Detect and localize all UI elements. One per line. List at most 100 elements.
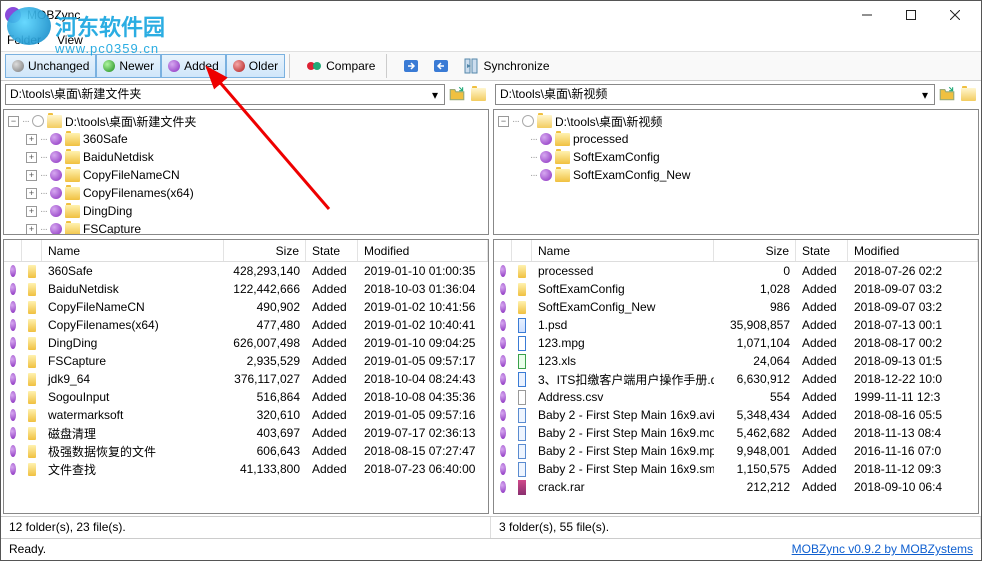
list-row[interactable]: Baby 2 - First Step Main 16x9.mov 5,462,… [494,424,978,442]
tree-node[interactable]: + ··· 360Safe [6,130,486,148]
list-row[interactable]: 磁盘清理 403,697 Added 2019-07-17 02:36:13 [4,424,488,442]
folder-icon [537,115,552,128]
maximize-button[interactable] [889,2,933,28]
list-row[interactable]: 360Safe 428,293,140 Added 2019-01-10 01:… [4,262,488,280]
col-modified[interactable]: Modified [848,240,978,261]
left-open-button[interactable] [469,85,487,103]
tree-connector-icon: ··· [40,224,47,235]
file-modified: 2018-08-15 07:27:47 [358,444,488,458]
file-name: processed [532,264,714,278]
newer-toggle[interactable]: Newer [96,54,161,78]
list-row[interactable]: DingDing 626,007,498 Added 2019-01-10 09… [4,334,488,352]
list-row[interactable]: 123.mpg 1,071,104 Added 2018-08-17 00:2 [494,334,978,352]
copy-left-button[interactable] [426,54,456,78]
list-row[interactable]: crack.rar 212,212 Added 2018-09-10 06:4 [494,478,978,496]
left-path-input[interactable]: D:\tools\桌面\新建文件夹 ▾ [5,84,445,105]
col-state[interactable]: State [306,240,358,261]
list-row[interactable]: CopyFileNameCN 490,902 Added 2019-01-02 … [4,298,488,316]
list-row[interactable]: 123.xls 24,064 Added 2018-09-13 01:5 [494,352,978,370]
file-size: 0 [714,264,796,278]
tree-node[interactable]: + ··· CopyFilenames(x64) [6,184,486,202]
menu-view[interactable]: View [57,33,83,47]
folder-icon [518,283,526,296]
status-ball-icon [500,373,506,385]
folder-open-icon [471,88,486,101]
list-row[interactable]: SoftExamConfig 1,028 Added 2018-09-07 03… [494,280,978,298]
close-button[interactable] [933,2,977,28]
status-ball-icon [10,265,16,277]
list-row[interactable]: BaiduNetdisk 122,442,666 Added 2018-10-0… [4,280,488,298]
unchanged-toggle[interactable]: Unchanged [5,54,96,78]
circle-purple-icon [168,60,180,72]
list-row[interactable]: 极强数据恢复的文件 606,643 Added 2018-08-15 07:27… [4,442,488,460]
list-row[interactable]: Address.csv 554 Added 1999-11-11 12:3 [494,388,978,406]
chevron-down-icon[interactable]: ▾ [918,87,932,104]
tree-node[interactable]: ··· SoftExamConfig [496,148,976,166]
status-ball-icon [500,445,506,457]
list-row[interactable]: Baby 2 - First Step Main 16x9.avi 5,348,… [494,406,978,424]
mp4-file-icon [518,444,526,459]
col-state[interactable]: State [796,240,848,261]
tree-node[interactable]: + ··· FSCapture [6,220,486,234]
file-name: 123.mpg [532,336,714,350]
col-modified[interactable]: Modified [358,240,488,261]
col-name[interactable]: Name [42,240,224,261]
list-row[interactable]: SoftExamConfig_New 986 Added 2018-09-07 … [494,298,978,316]
left-status: 12 folder(s), 23 file(s). [1,517,491,538]
tree-label: 360Safe [83,132,128,146]
tree-node[interactable]: + ··· BaiduNetdisk [6,148,486,166]
file-size: 1,028 [714,282,796,296]
tree-node[interactable]: + ··· DingDing [6,202,486,220]
status-ball-icon [32,115,44,127]
right-path-input[interactable]: D:\tools\桌面\新视频 ▾ [495,84,935,105]
tree-node[interactable]: − ··· D:\tools\桌面\新建文件夹 [6,112,486,130]
tree-node[interactable]: ··· processed [496,130,976,148]
file-name: CopyFileNameCN [42,300,224,314]
tree-node[interactable]: + ··· CopyFileNameCN [6,166,486,184]
list-row[interactable]: 文件查找 41,133,800 Added 2018-07-23 06:40:0… [4,460,488,478]
tree-node[interactable]: − ··· D:\tools\桌面\新视频 [496,112,976,130]
folder-icon [555,133,570,146]
chevron-down-icon[interactable]: ▾ [428,87,442,104]
file-size: 35,908,857 [714,318,796,332]
col-name[interactable]: Name [532,240,714,261]
col-size[interactable]: Size [714,240,796,261]
list-row[interactable]: 3、ITS扣缴客户端用户操作手册.doc 6,630,912 Added 201… [494,370,978,388]
right-browse-button[interactable] [938,85,956,103]
tree-node[interactable]: ··· SoftExamConfig_New [496,166,976,184]
list-row[interactable]: jdk9_64 376,117,027 Added 2018-10-04 08:… [4,370,488,388]
col-size[interactable]: Size [224,240,306,261]
right-tree[interactable]: − ··· D:\tools\桌面\新视频 ··· processed ··· … [494,110,978,234]
file-name: 1.psd [532,318,714,332]
left-browse-button[interactable] [448,85,466,103]
status-ball-icon [500,427,506,439]
tree-label: SoftExamConfig [573,150,660,164]
tree-connector-icon: ··· [40,170,47,181]
synchronize-button[interactable]: Synchronize [456,54,556,78]
list-row[interactable]: Baby 2 - First Step Main 16x9.smv 1,150,… [494,460,978,478]
folder-icon [65,205,80,218]
list-row[interactable]: watermarksoft 320,610 Added 2019-01-05 0… [4,406,488,424]
file-name: Baby 2 - First Step Main 16x9.avi [532,408,714,422]
list-row[interactable]: FSCapture 2,935,529 Added 2019-01-05 09:… [4,352,488,370]
psd-file-icon [518,318,526,333]
minimize-button[interactable] [845,2,889,28]
list-row[interactable]: SogouInput 516,864 Added 2018-10-08 04:3… [4,388,488,406]
compare-button[interactable]: Compare [299,54,382,78]
added-toggle[interactable]: Added [161,54,226,78]
menu-folder[interactable]: Folder [7,33,41,47]
list-row[interactable]: processed 0 Added 2018-07-26 02:2 [494,262,978,280]
left-tree[interactable]: − ··· D:\tools\桌面\新建文件夹 + ··· 360Safe + … [4,110,488,234]
about-link[interactable]: MOBZync v0.9.2 by MOBZystems [792,542,973,557]
list-row[interactable]: CopyFilenames(x64) 477,480 Added 2019-01… [4,316,488,334]
right-open-button[interactable] [959,85,977,103]
copy-right-button[interactable] [396,54,426,78]
tree-connector-icon: ··· [40,152,47,163]
list-row[interactable]: 1.psd 35,908,857 Added 2018-07-13 00:1 [494,316,978,334]
file-name: SoftExamConfig_New [532,300,714,314]
older-toggle[interactable]: Older [226,54,285,78]
folder-icon [28,463,36,476]
list-row[interactable]: Baby 2 - First Step Main 16x9.mp4 9,948,… [494,442,978,460]
status-ball-icon [10,427,16,439]
status-ball-icon [50,223,62,234]
